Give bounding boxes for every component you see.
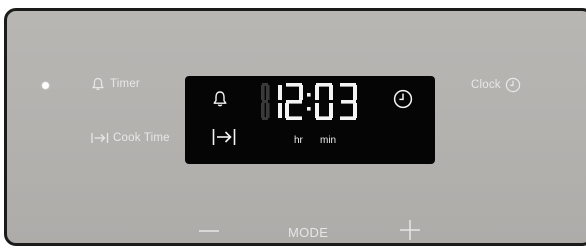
control-panel: Timer Cook Time Clock hr min MODE bbox=[4, 8, 586, 246]
minus-icon bbox=[199, 230, 219, 232]
indicator-light bbox=[42, 82, 49, 89]
lcd-display: hr min bbox=[185, 76, 435, 164]
hours-unit-label: hr bbox=[294, 135, 303, 146]
bell-icon bbox=[91, 77, 105, 91]
clock-label: Clock bbox=[471, 79, 501, 91]
digit-hour-ones bbox=[285, 83, 303, 120]
timer-button[interactable]: Timer bbox=[91, 77, 140, 91]
timer-label: Timer bbox=[110, 78, 140, 90]
time-readout bbox=[261, 83, 357, 120]
oven-control-panel-screen: Timer Cook Time Clock hr min MODE bbox=[0, 0, 586, 248]
plus-icon bbox=[400, 220, 420, 240]
mode-button[interactable]: MODE bbox=[288, 225, 328, 240]
time-colon bbox=[307, 93, 311, 111]
cook-time-button[interactable]: Cook Time bbox=[91, 132, 170, 144]
digit-ghost bbox=[261, 83, 270, 120]
digit-hour-tens bbox=[278, 85, 282, 118]
minus-button[interactable] bbox=[198, 221, 220, 239]
cook-time-label: Cook Time bbox=[113, 132, 170, 144]
clock-button[interactable]: Clock bbox=[471, 77, 521, 93]
digit-minute-ones bbox=[340, 83, 357, 120]
plus-button[interactable] bbox=[399, 219, 421, 246]
digit-minute-tens bbox=[315, 83, 333, 120]
cook-time-icon bbox=[91, 132, 109, 144]
minutes-unit-label: min bbox=[320, 135, 337, 146]
clock-icon bbox=[505, 77, 521, 93]
display-cook-time-icon bbox=[212, 128, 236, 151]
display-bell-icon bbox=[213, 90, 227, 113]
display-clock-icon bbox=[393, 89, 413, 114]
